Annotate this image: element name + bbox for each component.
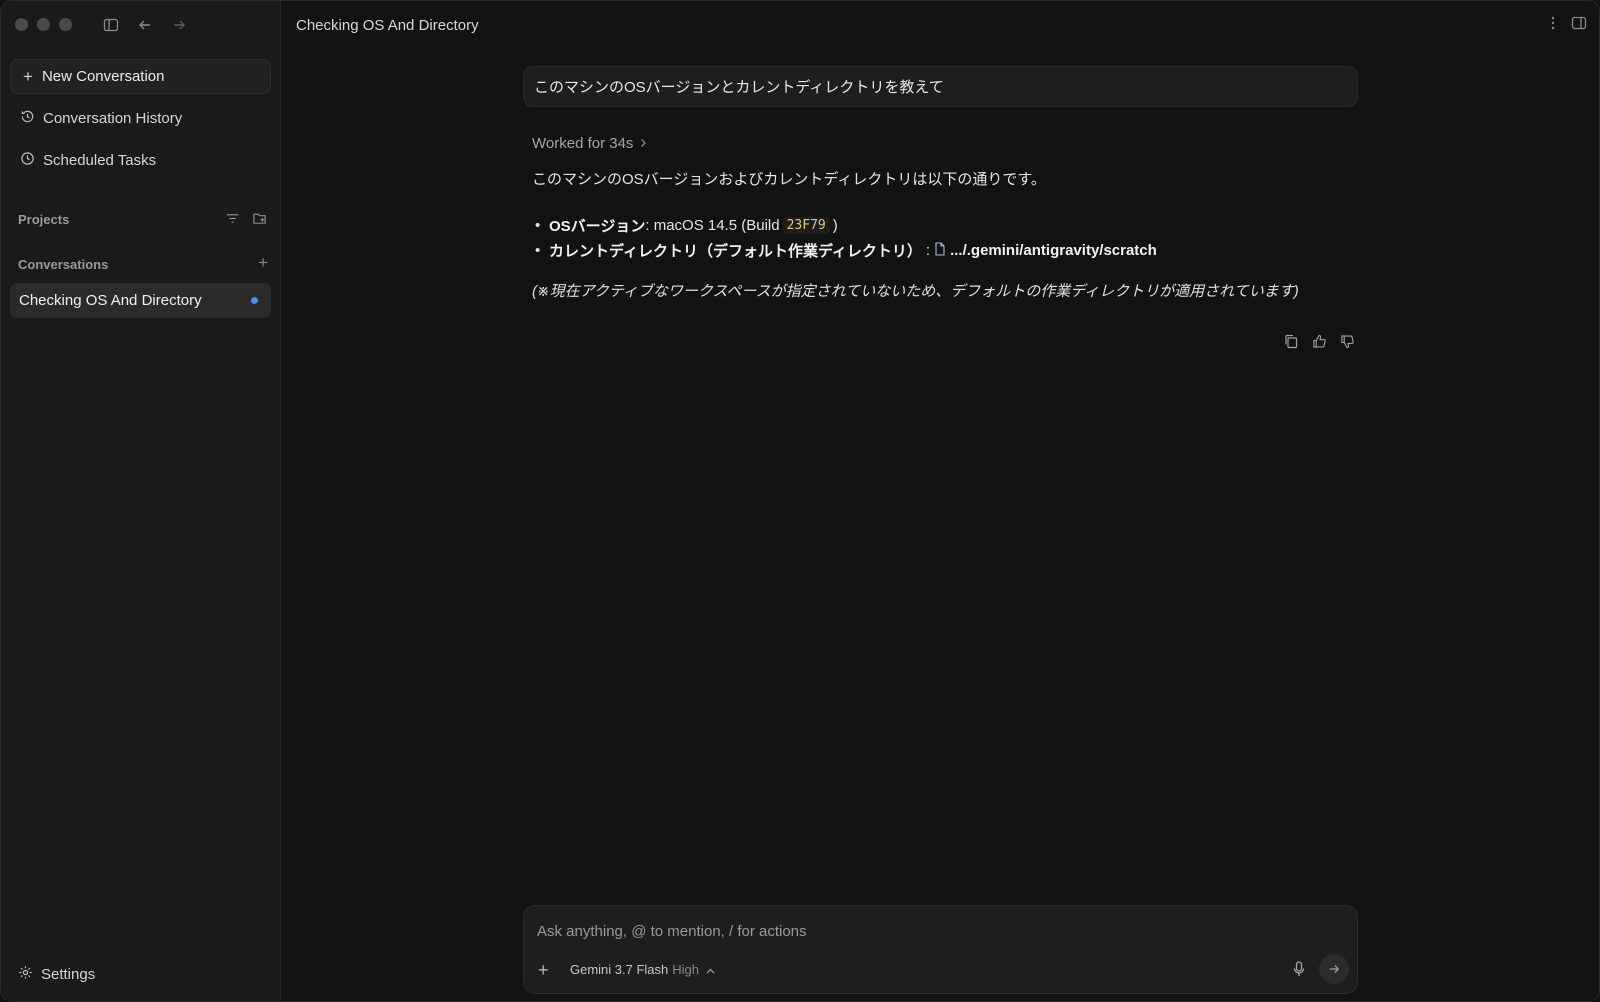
app-window: + New Conversation Conversation History …: [0, 0, 1600, 1002]
answer-list: OSバージョン : macOS 14.5 (Build 23F79 ) カレント…: [532, 213, 1352, 263]
nav-scheduled-tasks[interactable]: Scheduled Tasks: [10, 144, 271, 176]
thumbs-up-icon[interactable]: [1311, 333, 1327, 349]
os-value-end: ): [832, 217, 838, 234]
projects-actions: [225, 211, 268, 231]
chat-input[interactable]: [537, 918, 1337, 944]
model-level: High: [672, 962, 700, 977]
copy-icon[interactable]: [1283, 333, 1299, 349]
sidebar: + New Conversation Conversation History …: [1, 1, 281, 1001]
build-code: 23F79: [782, 217, 830, 234]
conversations-heading: Conversations: [18, 257, 109, 272]
main-panel: Checking OS And Directory このマシンのOSバージョンと…: [282, 1, 1599, 1001]
window-controls: [15, 18, 72, 31]
cwd-label: カレントディレクトリ（デフォルト作業ディレクトリ）: [549, 243, 922, 260]
toggle-right-panel-icon[interactable]: [1571, 15, 1587, 36]
cwd-separator: :: [925, 242, 931, 259]
forward-arrow-icon[interactable]: [169, 15, 189, 35]
user-message-text: このマシンのOSバージョンとカレントディレクトリを教えて: [534, 79, 944, 96]
os-value: : macOS 14.5 (Build: [645, 217, 780, 234]
new-conversation-button[interactable]: + New Conversation: [10, 59, 271, 94]
chevron-right-icon: [639, 135, 647, 152]
worked-for-label: Worked for 34s: [532, 135, 634, 152]
toggle-sidebar-icon[interactable]: [101, 15, 121, 35]
answer-note: (※現在アクティブなワークスペースが指定されていないため、デフォルトの作業ディレ…: [532, 283, 1299, 300]
zoom-window-button[interactable]: [59, 18, 72, 31]
conversation-item[interactable]: Checking OS And Directory: [10, 283, 271, 318]
directory-link[interactable]: .../.gemini/antigravity/scratch: [934, 241, 1157, 260]
worked-for-toggle[interactable]: Worked for 34s: [532, 135, 647, 152]
list-item-cwd: カレントディレクトリ（デフォルト作業ディレクトリ） : .../.gemini/…: [532, 238, 1352, 263]
user-message: このマシンのOSバージョンとカレントディレクトリを教えて: [523, 66, 1358, 107]
unread-indicator: [251, 297, 258, 304]
settings-label: Settings: [41, 966, 96, 983]
nav-label: Scheduled Tasks: [43, 151, 157, 169]
minimize-window-button[interactable]: [37, 18, 50, 31]
conversations-actions: +: [258, 254, 268, 271]
new-conversation-label: New Conversation: [41, 68, 165, 85]
more-options-icon[interactable]: [1551, 16, 1555, 35]
answer-intro: このマシンのOSバージョンおよびカレントディレクトリは以下の通りです。: [532, 171, 1046, 188]
conversation-title: Checking OS And Directory: [19, 292, 202, 309]
main-toolbar: [1551, 15, 1587, 36]
model-name: Gemini 3.7 Flash: [570, 962, 669, 977]
chevron-up-icon: [706, 962, 715, 977]
history-icon: [20, 109, 35, 128]
back-arrow-icon[interactable]: [135, 15, 155, 35]
file-icon: [934, 241, 946, 260]
add-conversation-icon[interactable]: +: [258, 254, 268, 271]
nav-conversation-history[interactable]: Conversation History: [10, 102, 271, 134]
filter-icon[interactable]: [225, 211, 240, 231]
gear-icon: [18, 965, 33, 984]
projects-heading: Projects: [18, 212, 70, 227]
sidebar-toolbar: [101, 15, 189, 35]
settings-button[interactable]: Settings: [18, 965, 95, 984]
thumbs-down-icon[interactable]: [1339, 333, 1355, 349]
microphone-icon[interactable]: [1293, 961, 1305, 982]
plus-icon: +: [23, 67, 33, 86]
list-item-os: OSバージョン : macOS 14.5 (Build 23F79 ): [532, 213, 1352, 238]
message-actions: [1283, 333, 1355, 349]
clock-icon: [20, 151, 35, 170]
model-selector[interactable]: Gemini 3.7 Flash High: [570, 962, 715, 977]
composer: + Gemini 3.7 Flash High: [523, 905, 1358, 994]
nav-label: Conversation History: [43, 109, 183, 127]
directory-path: .../.gemini/antigravity/scratch: [950, 242, 1157, 259]
send-button[interactable]: [1319, 954, 1349, 984]
os-label: OSバージョン: [549, 218, 646, 235]
close-window-button[interactable]: [15, 18, 28, 31]
add-attachment-icon[interactable]: +: [538, 961, 549, 979]
page-title: Checking OS And Directory: [296, 17, 479, 34]
new-folder-icon[interactable]: [252, 211, 268, 231]
assistant-answer: このマシンのOSバージョンおよびカレントディレクトリは以下の通りです。 OSバー…: [532, 168, 1352, 301]
